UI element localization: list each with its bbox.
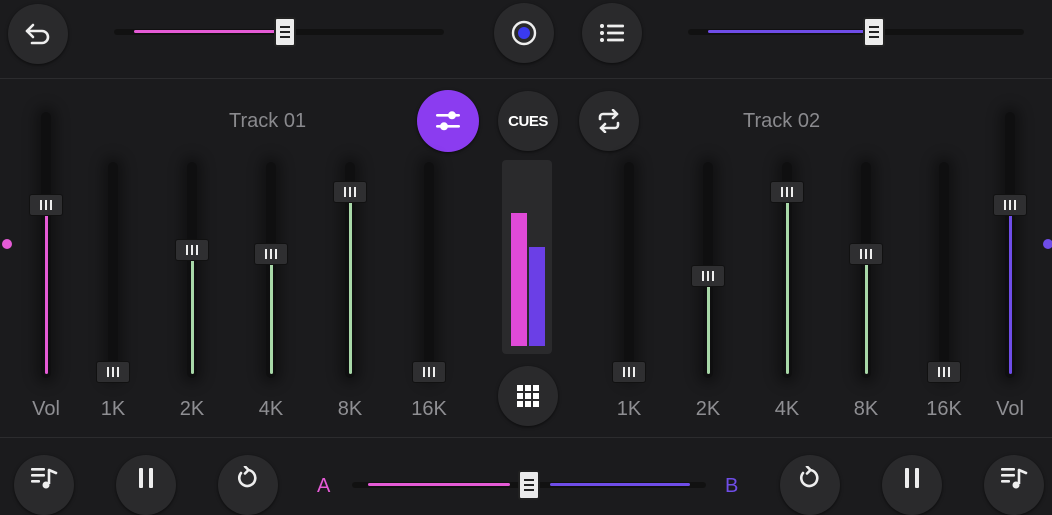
crossfader-thumb[interactable]	[518, 470, 540, 500]
deck1-eq-4k-fader-level	[269, 253, 273, 374]
deck2-eq-1k-fader-thumb[interactable]	[612, 361, 646, 383]
deck2-eq-4k-fader-thumb[interactable]	[770, 181, 804, 204]
deck2-eq-16k-label: 16K	[926, 398, 962, 420]
eq-button[interactable]	[417, 90, 479, 152]
deck2-eq-2k-label: 2K	[695, 398, 721, 420]
deck2-volume-fader-track[interactable]	[1005, 112, 1015, 378]
deck2-volume-label: Vol	[996, 398, 1024, 420]
deck2-pitch-slider[interactable]	[688, 29, 1024, 35]
music-queue-icon	[31, 468, 58, 489]
grid-icon	[517, 385, 539, 407]
deck1-pause-button[interactable]	[116, 455, 176, 515]
deck2-restart-button[interactable]	[780, 455, 840, 515]
deck1-eq-8k-label: 8K	[337, 398, 363, 420]
deck2-eq-4k-fader-level	[785, 192, 789, 374]
deck1-volume-fader-track[interactable]	[41, 112, 51, 378]
track2-title: Track 02	[743, 110, 821, 132]
deck1-eq-4k-fader-thumb[interactable]	[254, 242, 288, 265]
record-icon	[511, 20, 537, 46]
deck1-eq-4k-fader-track[interactable]	[266, 162, 276, 378]
deck2-eq-2k-fader-thumb[interactable]	[691, 265, 725, 288]
deck1-indicator-dot	[2, 239, 12, 249]
deck1-eq-8k-fader-level	[348, 192, 352, 374]
restart-icon	[800, 466, 819, 488]
pads-button[interactable]	[498, 366, 558, 426]
deck1-volume-fader-thumb[interactable]	[29, 193, 63, 216]
deck1-eq-2k-fader-track[interactable]	[187, 162, 197, 378]
deck2-eq-8k-fader-level	[864, 253, 868, 374]
cues-button[interactable]: CUES	[498, 91, 558, 151]
pause-icon	[139, 468, 153, 488]
crossfader-b-label: B	[725, 475, 739, 497]
deck1-volume-label: Vol	[32, 398, 60, 420]
deck2-eq-16k-fader-track[interactable]	[939, 162, 949, 378]
deck1-eq-1k-fader-thumb[interactable]	[96, 361, 130, 383]
cues-label: CUES	[508, 112, 548, 130]
deck2-pause-button[interactable]	[882, 455, 942, 515]
deck1-eq-16k-fader-thumb[interactable]	[412, 361, 446, 383]
bottom-divider	[0, 437, 1052, 438]
deck1-eq-1k-fader-track[interactable]	[108, 162, 118, 378]
swap-icon	[598, 109, 620, 133]
deck2-pitch-thumb[interactable]	[862, 17, 885, 47]
deck1-eq-2k-fader-thumb[interactable]	[175, 238, 209, 261]
track1-title: Track 01	[229, 110, 307, 132]
deck2-eq-1k-label: 1K	[616, 398, 642, 420]
deck2-indicator-dot	[1043, 239, 1052, 249]
list-icon	[600, 24, 624, 42]
pause-icon	[905, 468, 919, 488]
deck1-eq-2k-fader-level	[190, 249, 194, 374]
deck2-eq-4k-label: 4K	[774, 398, 800, 420]
deck2-playlist-button[interactable]	[984, 455, 1044, 515]
vu-bar-right	[529, 246, 545, 346]
deck1-playlist-button[interactable]	[14, 455, 74, 515]
deck2-eq-8k-fader-thumb[interactable]	[849, 242, 883, 265]
deck2-volume-fader-level	[1008, 204, 1012, 374]
deck1-volume-fader-level	[44, 204, 48, 374]
back-button[interactable]	[8, 4, 68, 64]
deck1-eq-2k-label: 2K	[179, 398, 205, 420]
record-button[interactable]	[494, 3, 554, 63]
restart-icon	[238, 466, 257, 488]
deck1-eq-1k-label: 1K	[100, 398, 126, 420]
music-queue-icon	[1001, 468, 1028, 489]
deck2-eq-1k-fader-track[interactable]	[624, 162, 634, 378]
vu-meter	[502, 160, 552, 354]
deck2-eq-8k-label: 8K	[853, 398, 879, 420]
crossfader-a-label: A	[317, 475, 331, 497]
deck1-pitch-thumb[interactable]	[273, 17, 296, 47]
swap-decks-button[interactable]	[579, 91, 639, 151]
deck2-eq-16k-fader-thumb[interactable]	[927, 361, 961, 383]
undo-arrow-icon	[25, 23, 50, 45]
deck1-restart-button[interactable]	[218, 455, 278, 515]
deck1-eq-16k-fader-track[interactable]	[424, 162, 434, 378]
deck1-eq-16k-label: 16K	[411, 398, 447, 420]
playlist-button[interactable]	[582, 3, 642, 63]
deck1-eq-8k-fader-thumb[interactable]	[333, 181, 367, 204]
deck2-eq-8k-fader-track[interactable]	[861, 162, 871, 378]
top-divider	[0, 78, 1052, 79]
vu-bar-left	[511, 213, 527, 346]
sliders-icon	[436, 111, 460, 131]
deck1-eq-4k-label: 4K	[258, 398, 284, 420]
deck2-eq-2k-fader-level	[706, 276, 710, 374]
deck2-volume-fader-thumb[interactable]	[993, 193, 1027, 216]
